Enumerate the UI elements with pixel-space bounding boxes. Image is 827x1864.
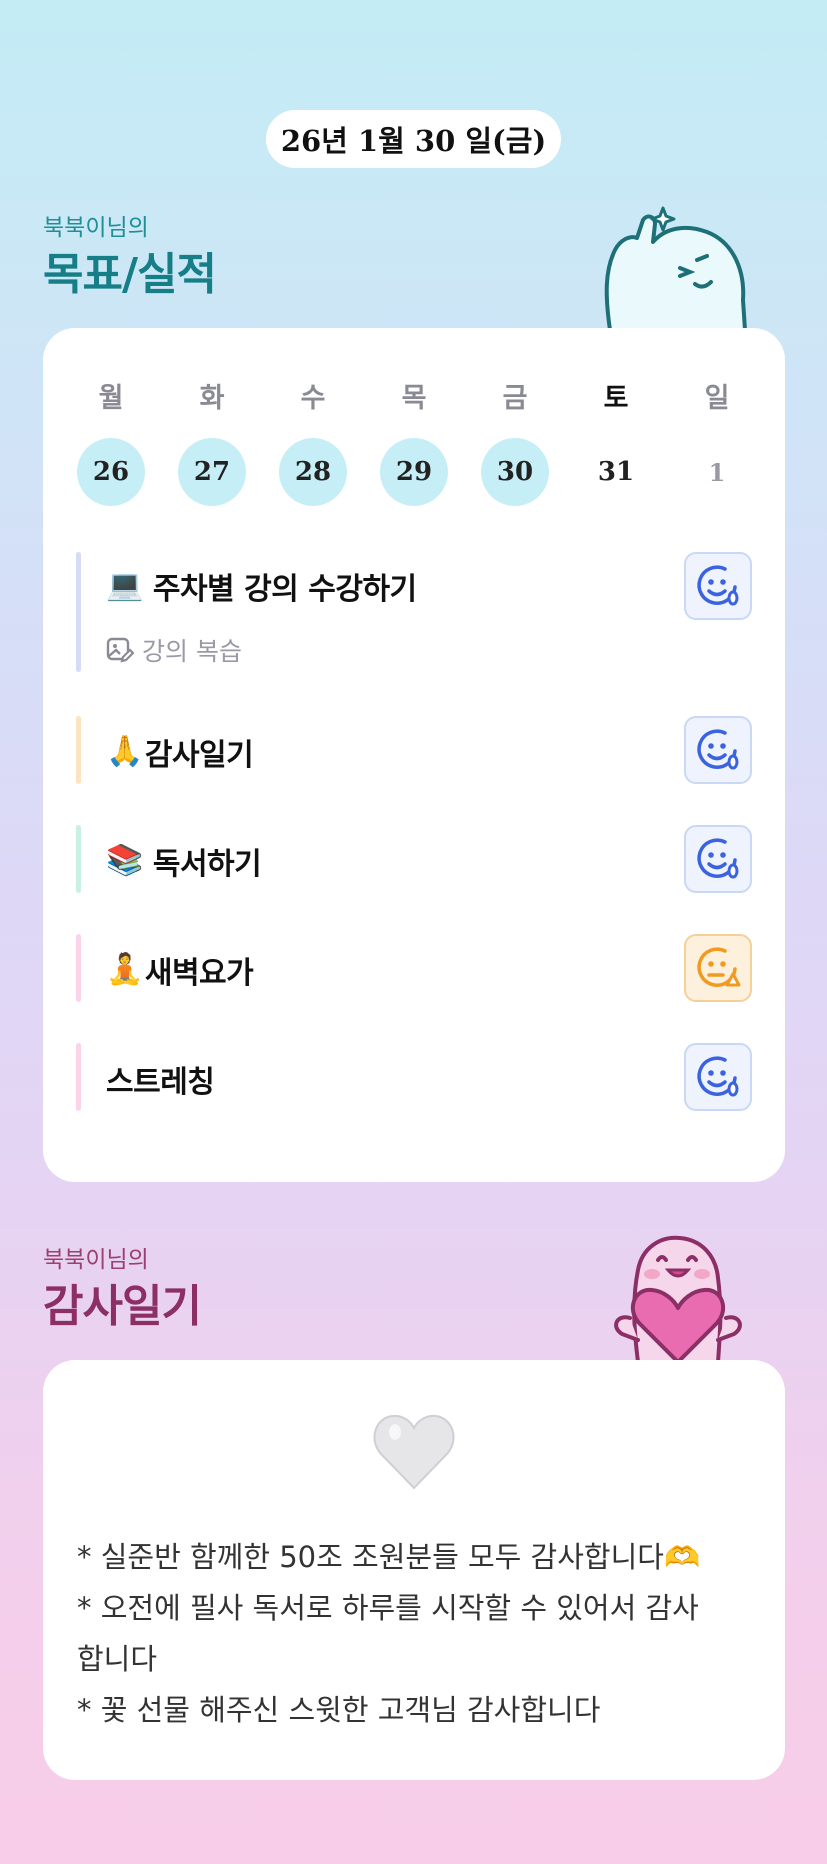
goal-title: 스트레칭 [106, 1057, 215, 1101]
diary-line: * 실준반 함께한 50조 조원분들 모두 감사합니다🫶 [77, 1540, 701, 1574]
goal-status-button[interactable] [684, 1043, 752, 1111]
date-cell[interactable]: 27 [178, 438, 246, 506]
yoga-icon: 🧘 [106, 952, 143, 987]
goal-title: 💻 주차별 강의 수강하기 [106, 564, 417, 608]
goal-color-bar [76, 1043, 81, 1111]
goal-title-text: 주차별 강의 수강하기 [152, 572, 417, 607]
goal-item[interactable]: 🧘 새벽요가 [76, 934, 752, 1002]
date-cell[interactable]: 31 [582, 438, 650, 506]
goal-title: 🧘 새벽요가 [106, 948, 254, 992]
weekday-label: 금 [502, 383, 528, 414]
goal-title-text: 스트레칭 [106, 1065, 215, 1100]
goal-color-bar [76, 716, 81, 784]
image-edit-icon [106, 637, 134, 663]
goal-item[interactable]: 💻 주차별 강의 수강하기 강의 복습 [76, 552, 752, 672]
weekday-label: 화 [199, 383, 225, 414]
diary-owner-label: 북북이님의 [43, 1247, 149, 1273]
diary-line: 합니다 [77, 1642, 158, 1676]
diary-text: * 실준반 함께한 50조 조원분들 모두 감사합니다🫶 * 오전에 필사 독서… [77, 1532, 751, 1736]
neutral-face-icon [697, 947, 741, 987]
date-cell[interactable]: 28 [279, 438, 347, 506]
goal-title: 🙏 감사일기 [106, 730, 254, 774]
laptop-icon: 💻 [106, 568, 143, 603]
weekday-label: 일 [704, 383, 730, 414]
date-cell[interactable]: 30 [481, 438, 549, 506]
smile-face-icon [697, 838, 739, 879]
goals-owner-label: 북북이님의 [43, 215, 149, 241]
weekday-label: 목 [401, 383, 427, 414]
goals-card: 월 화 수 목 금 토 일 26 27 28 29 30 31 1 💻 주차별 … [43, 328, 785, 1182]
smile-face-icon [697, 1056, 739, 1097]
heart-mascot-icon [614, 1235, 742, 1362]
goal-subtask: 강의 복습 [106, 632, 242, 668]
goal-status-button[interactable] [684, 716, 752, 784]
goal-subtask-text: 강의 복습 [142, 637, 242, 666]
white-heart-icon [373, 1414, 455, 1490]
weekday-labels-row: 월 화 수 목 금 토 일 [77, 376, 751, 415]
goals-section-title: 목표/실적 [43, 249, 217, 300]
goal-item[interactable]: 스트레칭 [76, 1043, 752, 1111]
books-icon: 📚 [106, 843, 143, 878]
date-cell[interactable]: 26 [77, 438, 145, 506]
ghost-mascot-icon [604, 206, 747, 330]
weekday-label-today: 토 [603, 383, 629, 414]
date-cell[interactable]: 29 [380, 438, 448, 506]
goal-title-text: 새벽요가 [144, 956, 254, 991]
goal-title: 📚 독서하기 [106, 839, 262, 883]
weekday-label: 수 [300, 383, 326, 414]
goal-item[interactable]: 🙏 감사일기 [76, 716, 752, 784]
date-cell[interactable]: 1 [683, 438, 751, 506]
diary-line: * 꽃 선물 해주신 스윗한 고객님 감사합니다 [77, 1693, 601, 1727]
diary-section-title: 감사일기 [43, 1281, 202, 1332]
goal-title-text: 독서하기 [152, 847, 262, 882]
goal-status-button[interactable] [684, 552, 752, 620]
week-dates-row: 26 27 28 29 30 31 1 [77, 438, 751, 506]
diary-line: * 오전에 필사 독서로 하루를 시작할 수 있어서 감사 [77, 1591, 699, 1625]
goal-color-bar [76, 552, 81, 672]
goal-item[interactable]: 📚 독서하기 [76, 825, 752, 893]
gratitude-diary-card[interactable]: * 실준반 함께한 50조 조원분들 모두 감사합니다🫶 * 오전에 필사 독서… [43, 1360, 785, 1780]
date-pill[interactable]: 26년 1월 30 일(금) [266, 110, 561, 168]
smile-face-icon [697, 565, 739, 606]
goal-status-button[interactable] [684, 825, 752, 893]
goal-color-bar [76, 934, 81, 1002]
goal-color-bar [76, 825, 81, 893]
goal-title-text: 감사일기 [144, 738, 254, 773]
weekday-label: 월 [98, 383, 124, 414]
pray-hands-icon: 🙏 [106, 734, 143, 769]
goal-status-button[interactable] [684, 934, 752, 1002]
smile-face-icon [697, 729, 739, 770]
